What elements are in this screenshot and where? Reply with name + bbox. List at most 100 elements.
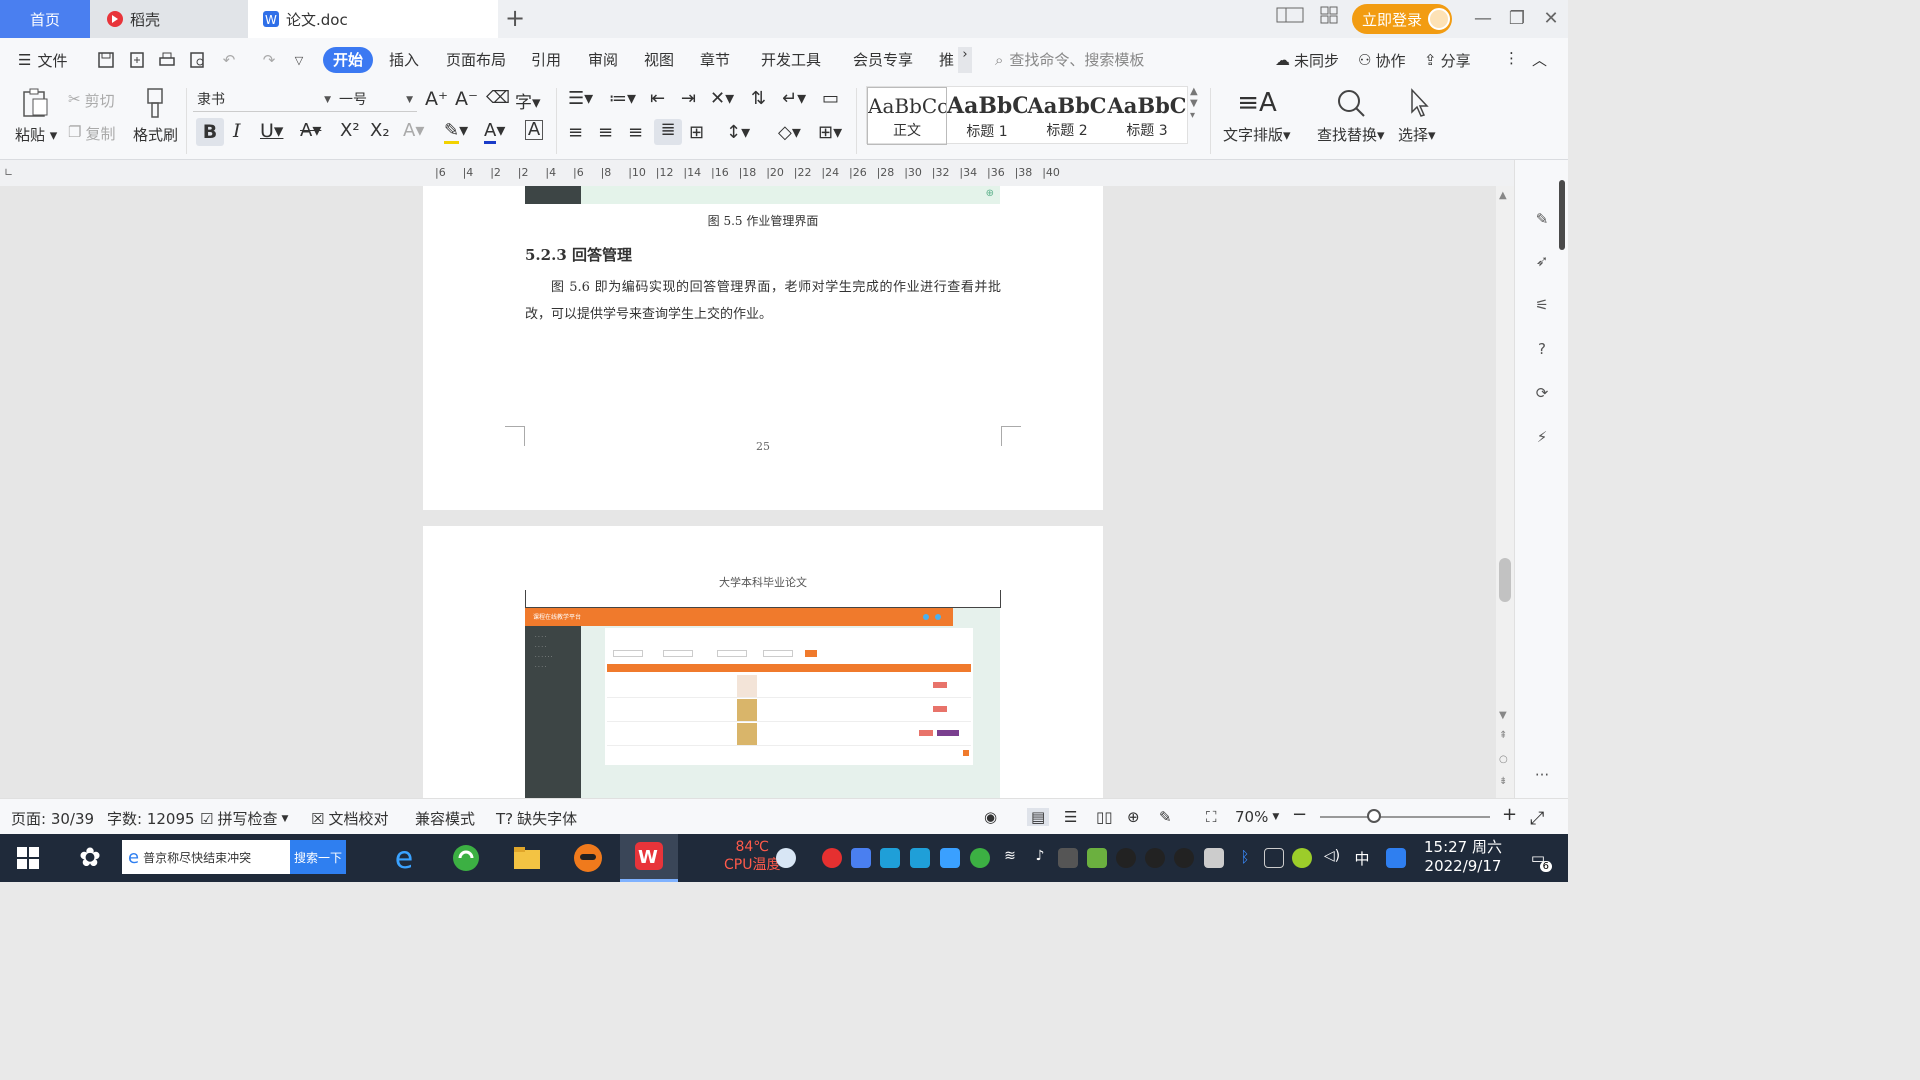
decrease-indent-icon[interactable]: ⇤ xyxy=(650,88,665,109)
edit-pen-icon[interactable]: ✎ xyxy=(1529,206,1555,232)
plugin-icon[interactable]: ⚡ xyxy=(1529,424,1555,450)
clear-format-icon[interactable]: ⌫ xyxy=(486,88,510,108)
eye-protect-icon[interactable]: ◉ xyxy=(984,808,997,826)
menu-scroll-right-icon[interactable]: › xyxy=(958,47,972,73)
windows-start-icon[interactable] xyxy=(10,840,46,876)
volume-icon[interactable]: ◁) xyxy=(1322,848,1342,868)
increase-indent-icon[interactable]: ⇥ xyxy=(681,88,696,109)
underline-button[interactable]: U▾ xyxy=(260,120,283,142)
cpu-temperature[interactable]: 84℃ CPU温度 xyxy=(724,838,780,874)
quick-access-dropdown-icon[interactable]: ▽ xyxy=(288,49,310,71)
strikethrough-button[interactable]: A▾ xyxy=(300,120,321,141)
font-family-select[interactable]: 隶书 ▼ xyxy=(193,88,335,112)
chinese-layout-icon[interactable]: ✕▾ xyxy=(710,88,734,109)
game-app-icon[interactable] xyxy=(570,840,606,876)
weather-icon[interactable] xyxy=(776,848,796,868)
help-icon[interactable]: ? xyxy=(1529,336,1555,362)
tab-review[interactable]: 审阅 xyxy=(588,49,618,71)
ime-indicator[interactable]: 中 xyxy=(1352,848,1372,868)
style-heading-2[interactable]: AaBbC 标题 2 xyxy=(1027,87,1107,145)
minimize-icon[interactable]: — xyxy=(1468,6,1498,32)
adjust-slider-icon[interactable]: ⚟ xyxy=(1529,292,1555,318)
show-marks-icon[interactable]: ↵▾ xyxy=(782,88,806,109)
tab-recommend[interactable]: 推 xyxy=(939,49,954,71)
italic-button[interactable]: I xyxy=(233,120,241,142)
zoom-slider[interactable] xyxy=(1320,816,1490,818)
wifi-icon[interactable]: ≋ xyxy=(1000,848,1020,868)
paste-icon[interactable] xyxy=(18,86,52,120)
apps-grid-icon[interactable] xyxy=(1314,6,1344,32)
shading-icon[interactable]: ◇▾ xyxy=(778,122,801,143)
layout-icon[interactable] xyxy=(1275,6,1305,32)
fullscreen-icon[interactable]: ⤢ xyxy=(1530,808,1544,829)
zoom-in-icon[interactable]: + xyxy=(1502,804,1517,825)
tab-chapter[interactable]: 章节 xyxy=(700,49,730,71)
format-painter-button[interactable]: 格式刷 xyxy=(133,124,178,145)
select-browse-icon[interactable]: ○ xyxy=(1499,754,1508,765)
tab-home[interactable]: 首页 xyxy=(0,0,90,38)
align-right-icon[interactable]: ≡ xyxy=(628,122,643,143)
collapse-ribbon-icon[interactable]: ︿ xyxy=(1532,49,1547,71)
tray-app-icon[interactable] xyxy=(1292,848,1312,868)
command-search[interactable]: ⌕ 查找命令、搜索模板 xyxy=(995,49,1144,70)
zoom-out-icon[interactable]: − xyxy=(1292,804,1307,825)
document-page[interactable]: ⊕ 图 5.5 作业管理界面 5.2.3 回答管理 图 5.6 即为编码实现的回… xyxy=(423,186,1103,510)
sync-button[interactable]: ☁ 未同步 xyxy=(1275,49,1339,71)
battery-icon[interactable] xyxy=(1204,848,1224,868)
tray-app-icon[interactable] xyxy=(1058,848,1078,868)
tab-start[interactable]: 开始 xyxy=(323,47,373,73)
compat-mode[interactable]: 兼容模式 xyxy=(415,808,475,829)
tab-daoke[interactable]: 稻壳 xyxy=(90,0,248,38)
nvidia-icon[interactable] xyxy=(1087,848,1107,868)
copy-button[interactable]: ❐ 复制 xyxy=(68,123,115,144)
style-heading-3[interactable]: AaBbC 标题 3 xyxy=(1107,87,1187,145)
distribute-icon[interactable]: ⊞ xyxy=(689,122,704,143)
page-view-icon[interactable]: ▤ xyxy=(1027,808,1050,826)
document-canvas[interactable]: ⊕ 图 5.5 作业管理界面 5.2.3 回答管理 图 5.6 即为编码实现的回… xyxy=(0,186,1496,798)
numbered-list-icon[interactable]: ≔▾ xyxy=(609,88,636,109)
tab-view[interactable]: 视图 xyxy=(644,49,674,71)
align-center-icon[interactable]: ≡ xyxy=(598,122,613,143)
horizontal-ruler[interactable]: |6 |4 |2 |2 |4 |6 |8 |10 |12 |14 |16 |18 |20 |22 |24 |2… xyxy=(435,166,1083,182)
print-icon[interactable] xyxy=(156,49,178,71)
notification-center-icon[interactable]: ▭ 6 xyxy=(1520,840,1556,876)
qq-icon[interactable] xyxy=(1116,848,1136,868)
write-view-icon[interactable]: ✎ xyxy=(1159,808,1172,826)
spell-check-button[interactable]: ☑ 拼写检查 ▼ xyxy=(200,808,288,829)
proofread-button[interactable]: ☒ 文档校对 xyxy=(311,808,388,829)
style-heading-1[interactable]: AaBbC 标题 1 xyxy=(947,87,1027,145)
scroll-down-icon[interactable]: ▼ xyxy=(1499,710,1507,721)
style-normal[interactable]: AaBbCcI 正文 xyxy=(867,87,947,145)
close-icon[interactable]: ✕ xyxy=(1536,6,1566,32)
font-color-button[interactable]: A▾ xyxy=(484,120,505,144)
find-replace-icon[interactable] xyxy=(1334,86,1368,120)
tray-app-icon[interactable] xyxy=(880,848,900,868)
reading-view-icon[interactable]: ▯▯ xyxy=(1096,808,1113,826)
sort-icon[interactable]: ⇅ xyxy=(751,88,766,109)
vertical-scrollbar[interactable]: ▲ ▼ ⇞ ○ ⇟ xyxy=(1496,186,1514,798)
scroll-up-icon[interactable]: ▲ xyxy=(1499,190,1507,201)
char-border-button[interactable]: A xyxy=(525,120,543,140)
cut-button[interactable]: ✂ 剪切 xyxy=(68,90,115,111)
highlight-button[interactable]: ✎▾ xyxy=(444,120,468,144)
tab-insert[interactable]: 插入 xyxy=(389,49,419,71)
web-view-icon[interactable]: ⊕ xyxy=(1127,808,1140,826)
bluetooth-icon[interactable]: ᛒ xyxy=(1235,848,1255,868)
paste-button[interactable]: 粘贴 ▾ xyxy=(15,124,57,145)
superscript-button[interactable]: X² xyxy=(340,120,360,141)
backup-icon[interactable]: ⟳ xyxy=(1529,380,1555,406)
app-launcher-icon[interactable]: ✿ xyxy=(72,840,108,876)
grow-font-icon[interactable]: A⁺ xyxy=(425,88,448,110)
tray-app-icon[interactable] xyxy=(822,848,842,868)
file-explorer-icon[interactable] xyxy=(509,840,545,876)
collaborate-button[interactable]: ⚇ 协作 xyxy=(1358,49,1405,71)
qq-icon[interactable] xyxy=(1174,848,1194,868)
cursor-select-icon[interactable]: ➶ xyxy=(1529,248,1555,274)
align-left-icon[interactable]: ≡ xyxy=(568,122,583,143)
prev-page-icon[interactable]: ⇞ xyxy=(1499,730,1507,741)
taskbar-search-box[interactable]: e 普京称尽快结束冲突 xyxy=(122,840,290,874)
more-dots-icon[interactable]: ··· xyxy=(1529,762,1555,788)
qq-icon[interactable] xyxy=(1145,848,1165,868)
new-tab-button[interactable]: + xyxy=(503,5,527,31)
next-page-icon[interactable]: ⇟ xyxy=(1499,776,1507,787)
